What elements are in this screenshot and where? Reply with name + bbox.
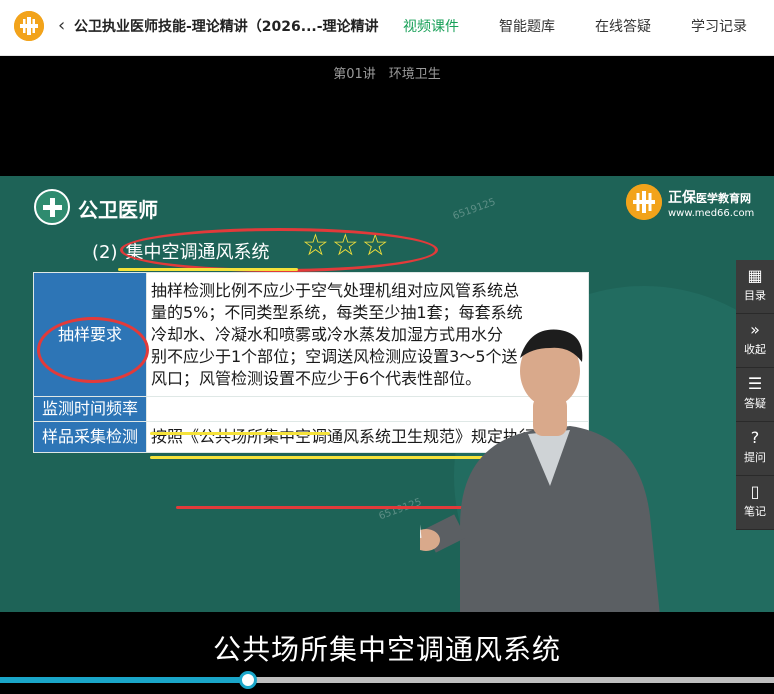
question-icon: ? — [750, 428, 760, 447]
directory-button[interactable]: ▦ 目录 — [736, 260, 774, 314]
top-navigation-bar: ‹ 公卫执业医师技能-理论精讲（2026...-理论精讲 视频课件 智能题库 在… — [0, 0, 774, 56]
video-subtitle: 公共场所集中空调通风系统 — [212, 633, 561, 666]
org-name-main: 正保 — [668, 190, 696, 206]
lecturer-figure — [420, 329, 660, 612]
slide-brand-title: 公卫医师 — [78, 198, 158, 222]
red-circle-annotation — [120, 228, 438, 272]
body-line: 抽样检测比例不应少于空气处理机组对应风管系统总 — [151, 280, 520, 300]
yellow-underline-annotation — [150, 432, 330, 435]
watermark: 6519125 — [451, 196, 498, 223]
body-line: 量的5%；不同类型系统，每类至少抽1套；每套系统 — [151, 302, 523, 322]
answer-label: 答疑 — [744, 397, 766, 410]
brand-logo-icon[interactable] — [14, 11, 44, 41]
notes-button[interactable]: ▯ 笔记 — [736, 476, 774, 530]
tab-study-records[interactable]: 学习记录 — [691, 16, 747, 36]
org-name-sub: 医学教育网 — [696, 192, 751, 205]
answer-button[interactable]: ☰ 答疑 — [736, 368, 774, 422]
org-url: www.med66.com — [668, 208, 755, 219]
row-label-frequency: 监测时间频率 — [33, 396, 147, 422]
yellow-underline-annotation — [118, 268, 298, 271]
directory-label: 目录 — [744, 289, 766, 302]
lecture-label: 第01讲 环境卫生 — [333, 67, 441, 82]
tab-video-courseware[interactable]: 视频课件 — [403, 16, 459, 36]
video-player[interactable]: 第01讲 环境卫生 公卫医师 正保医学教育网 www.med66.com 651… — [0, 56, 774, 694]
progress-bar[interactable] — [0, 671, 774, 689]
tab-smart-question-bank[interactable]: 智能题库 — [499, 16, 555, 36]
section-number: (2) — [92, 242, 118, 263]
directory-icon: ▦ — [747, 266, 763, 285]
course-title: 公卫执业医师技能-理论精讲（2026...-理论精讲 — [74, 19, 379, 35]
zhengbao-logo-icon — [626, 184, 662, 220]
back-arrow-icon[interactable]: ‹ — [58, 14, 65, 38]
answer-icon: ☰ — [747, 374, 763, 393]
row-label-collection: 样品采集检测 — [33, 421, 147, 453]
ask-question-label: 提问 — [744, 451, 766, 464]
collapse-button[interactable]: » 收起 — [736, 314, 774, 368]
collapse-icon: » — [750, 320, 760, 339]
org-name: 正保医学教育网 — [668, 187, 751, 207]
collapse-label: 收起 — [744, 343, 766, 356]
red-circle-annotation — [37, 317, 149, 383]
progress-thumb[interactable] — [238, 671, 257, 689]
medical-cross-icon — [34, 189, 70, 225]
app-root: ‹ 公卫执业医师技能-理论精讲（2026...-理论精讲 视频课件 智能题库 在… — [0, 0, 774, 694]
course-tabs: 视频课件 智能题库 在线答疑 学习记录 下 — [403, 16, 774, 36]
watermark: 6519125 — [377, 496, 424, 523]
progress-fill — [0, 677, 248, 683]
notes-label: 笔记 — [744, 505, 766, 518]
tab-online-qa[interactable]: 在线答疑 — [595, 16, 651, 36]
lecture-slide: 公卫医师 正保医学教育网 www.med66.com 6519125 65191… — [0, 176, 774, 612]
note-icon: ▯ — [750, 482, 760, 501]
ask-question-button[interactable]: ? 提问 — [736, 422, 774, 476]
side-panel: ▦ 目录 » 收起 ☰ 答疑 ? 提问 ▯ 笔记 — [736, 260, 774, 530]
